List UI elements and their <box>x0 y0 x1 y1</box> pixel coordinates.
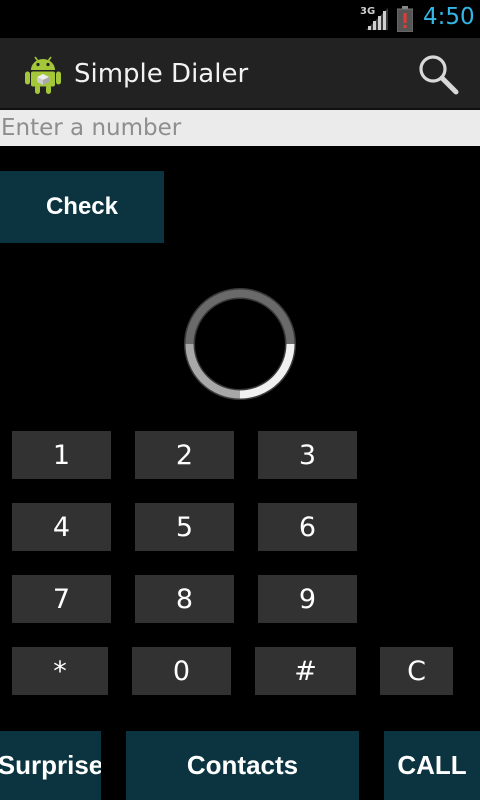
keypad-key-star[interactable]: * <box>12 647 108 695</box>
keypad-key-0[interactable]: 0 <box>132 647 231 695</box>
call-button[interactable]: CALL <box>384 731 480 800</box>
keypad-key-2[interactable]: 2 <box>135 431 234 479</box>
keypad-key-8[interactable]: 8 <box>135 575 234 623</box>
keypad-key-5[interactable]: 5 <box>135 503 234 551</box>
status-bar: 3G 4:50 <box>0 0 480 38</box>
keypad-key-6[interactable]: 6 <box>258 503 357 551</box>
keypad-key-7[interactable]: 7 <box>12 575 111 623</box>
search-icon[interactable] <box>416 52 460 96</box>
keypad-key-9[interactable]: 9 <box>258 575 357 623</box>
keypad-key-4[interactable]: 4 <box>12 503 111 551</box>
action-bar: Simple Dialer <box>0 38 480 110</box>
keypad-key-hash[interactable]: # <box>255 647 356 695</box>
clear-key[interactable]: C <box>380 647 453 695</box>
keypad-key-1[interactable]: 1 <box>12 431 111 479</box>
keypad-key-3[interactable]: 3 <box>258 431 357 479</box>
battery-alert-icon <box>397 6 413 32</box>
check-button[interactable]: Check <box>0 171 164 243</box>
app-title: Simple Dialer <box>74 59 249 89</box>
clock: 4:50 <box>423 4 475 30</box>
loading-spinner <box>184 288 296 400</box>
contacts-button[interactable]: Contacts <box>126 731 359 800</box>
surprise-button[interactable]: Surprise <box>0 731 101 800</box>
signal-icon <box>366 8 388 30</box>
number-input[interactable] <box>0 110 480 146</box>
android-app-icon[interactable] <box>22 53 64 95</box>
